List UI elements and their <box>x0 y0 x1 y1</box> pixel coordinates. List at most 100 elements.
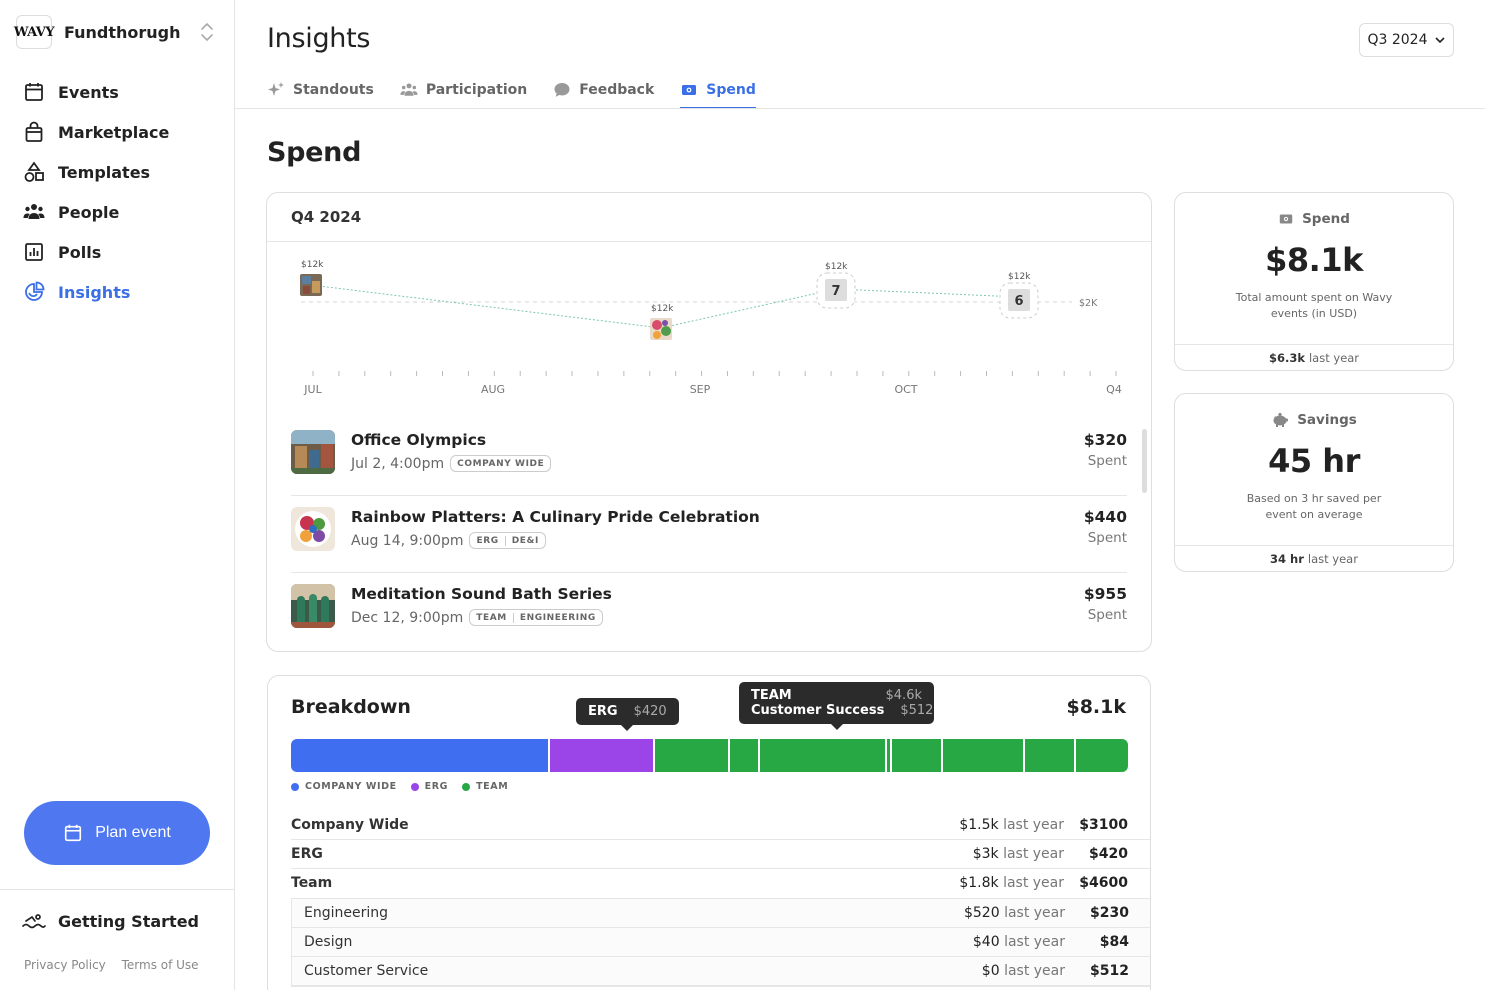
legend-item-team: TEAM <box>462 781 508 792</box>
nav-item-people[interactable]: People <box>22 192 222 232</box>
nav-label-marketplace: Marketplace <box>58 122 170 142</box>
event-tag: TEAM <box>476 612 507 623</box>
tab-standouts[interactable]: Standouts <box>267 72 374 108</box>
terms-of-use-link[interactable]: Terms of Use <box>122 958 199 972</box>
nav-item-marketplace[interactable]: Marketplace <box>22 112 222 152</box>
sidebar: WAVY Fundthorugh Events Marketplace Temp… <box>0 0 235 990</box>
tab-participation[interactable]: Participation <box>400 72 527 108</box>
x-label-sep: SEP <box>690 383 711 396</box>
chevron-up-down-icon[interactable] <box>199 21 215 43</box>
nav-item-insights[interactable]: Insights <box>22 272 222 312</box>
bar-segment-team[interactable] <box>729 739 761 772</box>
event-list-scrollbar[interactable] <box>1142 429 1147 493</box>
chat-bubble-icon <box>553 81 571 99</box>
breakdown-total: $8.1k <box>1066 696 1126 718</box>
event-date: Dec 12, 9:00pm <box>351 609 464 626</box>
legend-label: TEAM <box>476 781 509 792</box>
chart-point-label: $12k <box>1008 272 1031 282</box>
tab-standouts-label: Standouts <box>293 82 374 98</box>
nav-label-people: People <box>58 202 120 222</box>
org-switcher[interactable]: WAVY Fundthorugh <box>14 15 219 49</box>
event-tag: ERG <box>476 535 499 546</box>
bar-segment-team[interactable] <box>943 739 1026 772</box>
chart-point-cluster[interactable]: $12k 7 <box>816 262 856 309</box>
tab-feedback[interactable]: Feedback <box>553 72 654 108</box>
money-icon <box>1278 211 1294 227</box>
bar-segment-team[interactable] <box>1025 739 1077 772</box>
header-divider <box>235 108 1485 109</box>
team-last-year-word: last year <box>1004 963 1065 979</box>
page-title: Insights <box>267 23 371 54</box>
breakdown-row[interactable]: Company Wide $1.5k last year $3100 <box>291 811 1150 840</box>
nav-item-templates[interactable]: Templates <box>22 152 222 192</box>
bar-segment-team[interactable] <box>654 739 730 772</box>
legend-label: ERG <box>424 781 449 792</box>
chart-point-cluster[interactable]: $12k 6 <box>999 272 1039 319</box>
savings-last-year: 34 hr last year <box>1175 545 1453 571</box>
chart-point-label: $12k <box>825 262 848 272</box>
savings-stat-label-text: Savings <box>1297 412 1357 428</box>
team-row[interactable]: Customer Service $0 last year $512 <box>292 957 1150 986</box>
chevron-down-icon <box>1434 34 1446 46</box>
people-icon <box>400 81 418 99</box>
team-last-year-value: $40 <box>972 934 1000 950</box>
team-row-last-year: $0 last year <box>982 963 1065 979</box>
breakdown-row-name: Company Wide <box>291 817 409 833</box>
breakdown-last-year-word: last year <box>1003 817 1064 833</box>
breakdown-last-year-value: $1.8k <box>959 875 999 891</box>
team-row[interactable]: Engineering $520 last year $230 <box>292 899 1150 928</box>
spend-last-year: $6.3k last year <box>1175 344 1453 370</box>
bar-segment-erg[interactable] <box>550 739 655 772</box>
event-date: Jul 2, 4:00pm <box>351 455 445 472</box>
breakdown-table: Company Wide $1.5k last year $3100 ERG $… <box>291 811 1150 987</box>
team-row-name: Engineering <box>304 905 388 921</box>
shapes-icon <box>22 160 46 184</box>
calendar-icon <box>63 823 83 843</box>
event-row[interactable]: Rainbow Platters: A Culinary Pride Celeb… <box>291 496 1127 573</box>
plan-event-button[interactable]: Plan event <box>24 801 210 865</box>
event-thumbnail <box>291 430 335 474</box>
nav-item-events[interactable]: Events <box>22 72 222 112</box>
privacy-policy-link[interactable]: Privacy Policy <box>24 958 106 972</box>
event-tags: TEAM ENGINEERING <box>469 609 603 626</box>
nav-label-insights: Insights <box>58 282 131 302</box>
org-logo: WAVY <box>14 15 55 49</box>
event-title[interactable]: Meditation Sound Bath Series <box>351 585 612 603</box>
event-title[interactable]: Office Olympics <box>351 431 486 449</box>
event-title[interactable]: Rainbow Platters: A Culinary Pride Celeb… <box>351 508 760 526</box>
event-amount-label: Spent <box>1087 453 1127 469</box>
period-select[interactable]: Q3 2024 <box>1359 23 1454 57</box>
x-label-jul: JUL <box>303 383 322 396</box>
team-row[interactable]: Design $40 last year $84 <box>292 928 1150 957</box>
getting-started-link[interactable]: Getting Started <box>22 910 199 932</box>
event-thumbnail <box>291 507 335 551</box>
event-row[interactable]: Office Olympics Jul 2, 4:00pm COMPANY WI… <box>291 419 1127 496</box>
breakdown-row[interactable]: ERG $3k last year $420 <box>291 840 1150 869</box>
bar-segment-company-wide[interactable] <box>291 739 551 772</box>
x-label-q4: Q4 <box>1106 383 1122 396</box>
piggy-bank-icon <box>1271 412 1289 428</box>
chart-point-event[interactable]: $12k <box>650 304 674 340</box>
breakdown-row-last-year: $1.8k last year <box>959 875 1064 891</box>
main-nav: Events Marketplace Templates People Poll… <box>22 72 222 312</box>
event-date: Aug 14, 9:00pm <box>351 532 464 549</box>
bar-segment-team[interactable] <box>760 739 888 772</box>
spend-timeline-chart: $2K $12k $12k $12k 7 $12k 6 JUL AUG SEP … <box>300 260 1122 396</box>
chart-point-event[interactable]: $12k <box>300 260 324 296</box>
bar-segment-team[interactable] <box>1076 739 1128 772</box>
team-last-year-word: last year <box>1004 934 1065 950</box>
tab-spend[interactable]: Spend <box>680 72 756 109</box>
tooltip-subteam-value: $512 <box>900 703 934 718</box>
event-amount: $320 <box>1083 431 1127 449</box>
tab-feedback-label: Feedback <box>579 82 655 98</box>
team-last-year-value: $520 <box>963 905 1000 921</box>
event-row[interactable]: Meditation Sound Bath Series Dec 12, 9:0… <box>291 573 1127 650</box>
people-icon <box>22 200 46 224</box>
bar-segment-team[interactable] <box>892 739 944 772</box>
bag-icon <box>22 120 46 144</box>
team-last-year-word: last year <box>1004 905 1065 921</box>
team-row-last-year: $520 last year <box>964 905 1065 921</box>
nav-item-polls[interactable]: Polls <box>22 232 222 272</box>
breakdown-row[interactable]: Team $1.8k last year $4600 <box>291 869 1150 898</box>
breakdown-last-year-value: $1.5k <box>959 817 999 833</box>
